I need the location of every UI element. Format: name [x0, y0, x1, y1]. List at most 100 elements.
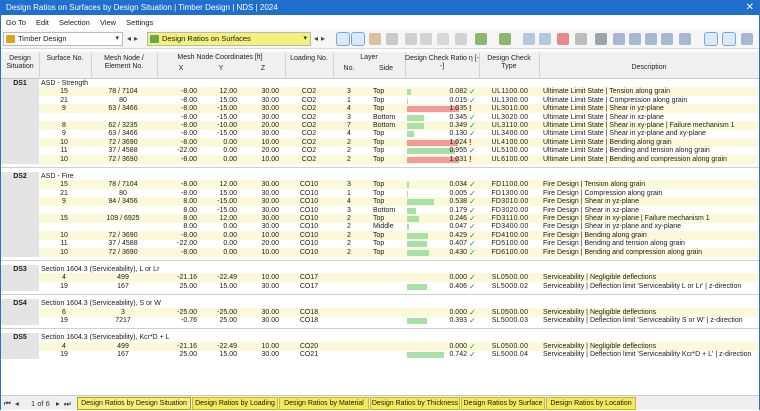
menu-selection[interactable]: Selection	[59, 17, 90, 29]
ratio-bar	[407, 182, 409, 188]
sort-icon[interactable]	[661, 33, 673, 45]
cell-check-type: UL6100.00	[481, 155, 539, 164]
cell-y: 25.00	[197, 316, 237, 325]
delete-icon[interactable]	[557, 33, 569, 45]
cell-loading: CO10	[285, 248, 333, 257]
pick-icon[interactable]	[352, 33, 364, 45]
tab-by-surface[interactable]: Design Ratios by Surface	[461, 397, 545, 410]
chevron-down-icon: ▾	[303, 33, 307, 45]
check-icon[interactable]	[499, 33, 511, 45]
close-icon[interactable]: ✕	[746, 1, 754, 15]
cell-surface: 19	[39, 316, 89, 325]
display-icon[interactable]	[629, 33, 641, 45]
rows-icon[interactable]	[539, 33, 551, 45]
excel-icon[interactable]	[475, 33, 487, 45]
table-row[interactable]: 1916725.0015.0030.00CO170.406✓SL5000.02S…	[1, 282, 759, 291]
prev-view-button[interactable]: ◂	[314, 32, 318, 46]
export-icon[interactable]	[437, 33, 449, 45]
module-select-label: Timber Design	[18, 34, 67, 43]
col-z[interactable]: Z	[243, 65, 283, 73]
checkmark-icon: ✓	[469, 282, 476, 291]
settings-icon[interactable]	[455, 33, 467, 45]
window: Design Ratios on Surfaces by Design Situ…	[0, 0, 760, 410]
col-loading[interactable]: Loading No.	[285, 55, 333, 63]
col-surface[interactable]: Surface No.	[39, 55, 91, 63]
next-view-button[interactable]: ▸	[321, 32, 325, 46]
col-type[interactable]: Design Check Type	[479, 55, 539, 71]
cell-description: Serviceability | Deflection limit 'Servi…	[543, 316, 743, 325]
results-table: DS1ASD - Strength1578 / 7104-8.0012.0030…	[1, 79, 759, 392]
print-icon[interactable]	[420, 33, 432, 45]
cell-z: 30.00	[239, 282, 279, 291]
filter-funnel-icon[interactable]	[723, 33, 735, 45]
cell-description: Serviceability | Deflection limit 'Servi…	[543, 350, 751, 359]
tab-by-material[interactable]: Design Ratios by Material	[279, 397, 369, 410]
cell-x: -8.00	[157, 248, 197, 257]
col-layer-no[interactable]: No.	[333, 65, 365, 73]
result-view-select[interactable]: Design Ratios on Surfaces ▾	[147, 32, 311, 46]
search-icon[interactable]	[595, 33, 607, 45]
menu-view[interactable]: View	[100, 17, 116, 29]
cell-z: 10.00	[239, 155, 279, 164]
table-row[interactable]: 1072 / 3690-8.000.0010.00CO102Top0.430✓F…	[1, 248, 759, 257]
cell-layer-side: Top	[373, 155, 405, 164]
cell-loading: CO17	[285, 282, 333, 291]
menu-edit[interactable]: Edit	[36, 17, 49, 29]
cell-surface: 19	[39, 350, 89, 359]
cell-loading: CO2	[285, 155, 333, 164]
cell-check-type: SL5000.04	[481, 350, 539, 359]
eye-icon[interactable]	[613, 33, 625, 45]
first-page-button[interactable]: ⏮	[4, 396, 11, 411]
table-icon[interactable]	[405, 33, 417, 45]
design-situation-cell	[1, 155, 39, 164]
columns-icon[interactable]	[523, 33, 535, 45]
menu-goto[interactable]: Go To	[6, 17, 26, 29]
cell-mesh-node: 167	[91, 282, 155, 291]
cell-ratio: 0.742	[411, 350, 467, 359]
prev-module-button[interactable]: ◂	[127, 32, 131, 46]
cell-z: 30.00	[239, 350, 279, 359]
toolbar: Timber Design ▾ ◂ ▸ Design Ratios on Sur…	[1, 30, 759, 49]
cell-layer-side: Top	[373, 248, 405, 257]
tab-by-thickness[interactable]: Design Ratios by Thickness	[370, 397, 460, 410]
col-ratio[interactable]: Design Check Ratio η [--]	[405, 55, 479, 71]
table-row[interactable]: 1916725.0015.0030.00CO210.742✓SL5000.04S…	[1, 350, 759, 359]
cell-z: 30.00	[239, 316, 279, 325]
col-description[interactable]: Description	[539, 64, 759, 72]
surface-icon	[150, 35, 159, 43]
col-x[interactable]: X	[161, 65, 201, 73]
title-bar: Design Ratios on Surfaces by Design Situ…	[1, 1, 759, 15]
ratio-bar	[407, 224, 409, 230]
view-icon[interactable]	[386, 33, 398, 45]
table-row[interactable]: 197217-0.7625.0030.00CO180.393✓SL5000.03…	[1, 316, 759, 325]
filter-icon[interactable]	[369, 33, 381, 45]
col-y[interactable]: Y	[201, 65, 241, 73]
render-icon[interactable]	[645, 33, 657, 45]
table-row[interactable]: 1072 / 3690-8.000.0010.00CO22Top1.031!UL…	[1, 155, 759, 164]
find-icon[interactable]	[575, 33, 587, 45]
tab-by-design-situation[interactable]: Design Ratios by Design Situation	[77, 397, 191, 410]
next-module-button[interactable]: ▸	[134, 32, 138, 46]
ratio-bar	[407, 98, 408, 104]
last-page-button[interactable]: ⏭	[64, 396, 71, 411]
cell-ratio: 0.393	[411, 316, 467, 325]
cell-z: 10.00	[239, 248, 279, 257]
pin-icon[interactable]	[705, 33, 717, 45]
col-mesh-node[interactable]: Mesh Node / Element No.	[91, 55, 157, 71]
cell-y: 15.00	[197, 350, 237, 359]
funnel-icon[interactable]	[741, 33, 753, 45]
prev-page-button[interactable]: ◂	[15, 396, 19, 411]
select-icon[interactable]	[337, 33, 349, 45]
next-page-button[interactable]: ▸	[56, 396, 60, 411]
cell-mesh-node: 72 / 3690	[91, 155, 155, 164]
tab-by-loading[interactable]: Design Ratios by Loading	[192, 397, 278, 410]
result-view-label: Design Ratios on Surfaces	[162, 34, 251, 43]
col-coords: Mesh Node Coordinates [ft]	[157, 54, 283, 62]
col-layer-side[interactable]: Side	[367, 65, 405, 73]
cell-surface: 10	[39, 248, 89, 257]
tab-by-location[interactable]: Design Ratios by Location	[546, 397, 636, 410]
col-design-situation[interactable]: Design Situation	[1, 55, 39, 71]
menu-settings[interactable]: Settings	[126, 17, 153, 29]
module-select[interactable]: Timber Design ▾	[3, 32, 123, 46]
group-icon[interactable]	[679, 33, 691, 45]
